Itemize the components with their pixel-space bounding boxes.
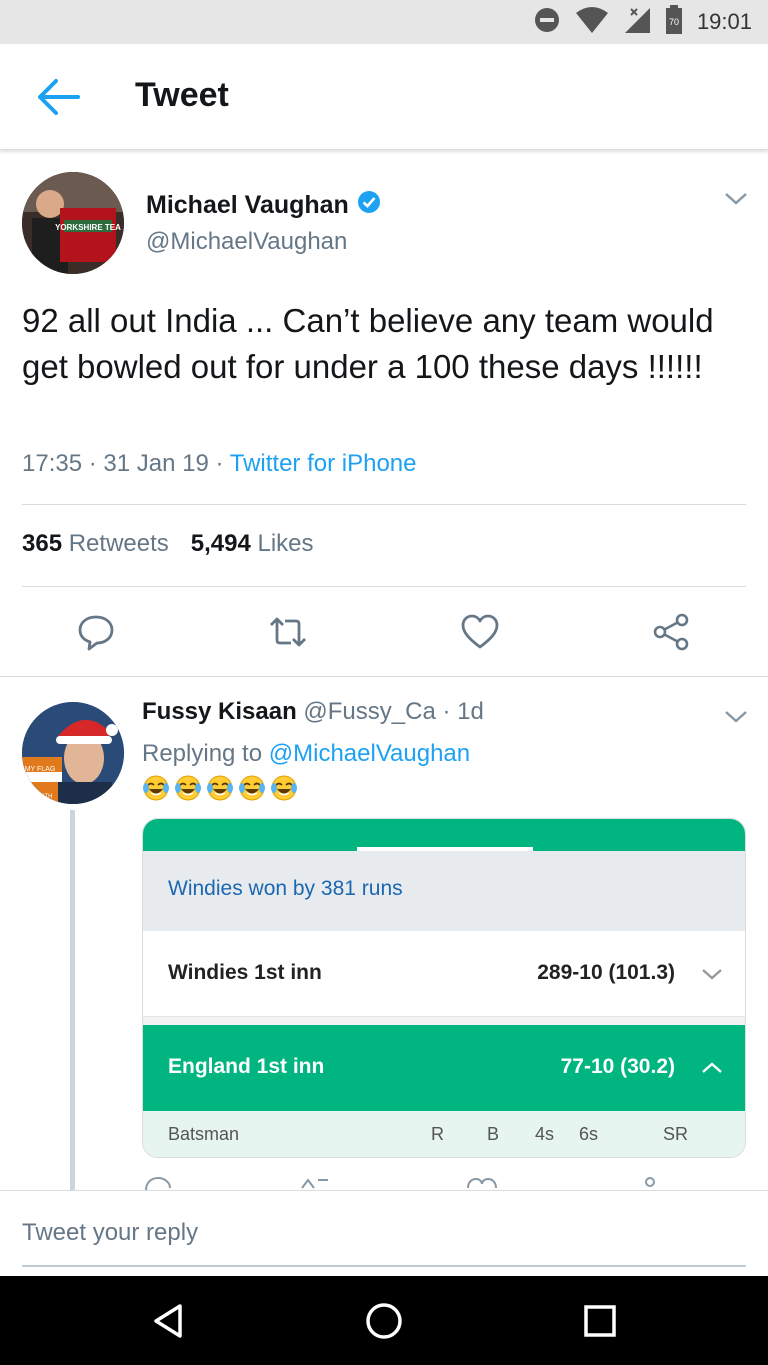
tweet-text: 92 all out India ... Can’t believe any t… xyxy=(22,302,714,385)
meta-separator: · xyxy=(215,450,230,477)
tears-of-joy-emoji-icon xyxy=(174,774,202,802)
tears-of-joy-emoji-icon xyxy=(206,774,234,802)
tweet-meta: 17:35 · 31 Jan 19 · Twitter for iPhone xyxy=(22,450,416,478)
wifi-icon xyxy=(575,6,609,39)
verified-badge-icon xyxy=(357,190,381,221)
reply-age: 1d xyxy=(457,698,484,725)
divider xyxy=(22,586,746,587)
arrow-left-icon xyxy=(38,79,80,115)
meta-separator: · xyxy=(88,450,104,477)
system-nav-bar xyxy=(0,1276,768,1365)
reply-author-avatar[interactable]: MY FLAG FAITH xyxy=(22,702,124,804)
innings-score: 289-10 (101.3) xyxy=(537,961,675,984)
reply-author-name[interactable]: Fussy Kisaan xyxy=(142,698,297,725)
circle-home-icon xyxy=(366,1303,402,1339)
col-header: B xyxy=(487,1124,500,1144)
share-button[interactable] xyxy=(652,612,692,652)
thread-line xyxy=(70,810,75,1190)
app-bar: Tweet xyxy=(0,44,768,150)
triangle-back-icon xyxy=(154,1304,182,1338)
share-icon xyxy=(653,613,689,651)
emoji-row xyxy=(142,774,298,802)
reply-button[interactable] xyxy=(76,612,116,652)
tweet-menu-chevron-down-icon[interactable] xyxy=(724,192,748,206)
chevron-down-icon xyxy=(701,967,723,981)
like-icon xyxy=(461,614,499,649)
author-handle[interactable]: @MichaelVaughan xyxy=(146,228,347,256)
battery-icon: 70 xyxy=(665,4,683,40)
replying-to-mention[interactable]: @MichaelVaughan xyxy=(269,740,470,767)
tweet-time: 17:35 xyxy=(22,450,83,477)
scorecard-column-headers: Batsman R B 4s 6s SR xyxy=(143,1111,745,1157)
avatar-yorkshire-text: YORKSHIRE TEA xyxy=(55,223,121,232)
col-header: 6s xyxy=(579,1124,599,1144)
battery-level-text: 70 xyxy=(669,17,679,27)
reply-composer: Tweet your reply xyxy=(0,1190,768,1276)
tears-of-joy-emoji-icon xyxy=(238,774,266,802)
replying-to-label: Replying to xyxy=(142,740,263,767)
reply-icon xyxy=(78,615,114,651)
retweet-button[interactable] xyxy=(268,612,308,652)
dnd-icon xyxy=(533,6,561,39)
tweet-source-link[interactable]: Twitter for iPhone xyxy=(230,450,417,477)
signal-icon xyxy=(623,6,651,39)
chevron-up-icon xyxy=(701,1061,723,1075)
innings-score: 77-10 (30.2) xyxy=(560,1055,675,1078)
tweet-stats: 365 Retweets 5,494 Likes xyxy=(22,530,314,558)
scorecard-innings-row: Windies 1st inn 289-10 (101.3) xyxy=(143,931,745,1017)
likes-label: Likes xyxy=(257,530,314,557)
tears-of-joy-emoji-icon xyxy=(142,774,170,802)
page-title: Tweet xyxy=(135,76,229,114)
retweets-stat[interactable]: 365 Retweets xyxy=(22,530,169,558)
innings-label: England 1st inn xyxy=(168,1055,325,1078)
likes-stat[interactable]: 5,494 Likes xyxy=(191,530,314,558)
avatar-faith-text: FAITH xyxy=(35,794,52,800)
status-bar: 70 19:01 xyxy=(0,0,768,44)
nav-recents-button[interactable] xyxy=(579,1300,621,1342)
like-button[interactable] xyxy=(460,612,500,652)
back-button[interactable] xyxy=(36,77,82,117)
reply-header: Fussy Kisaan @Fussy_Ca · 1d xyxy=(142,698,484,726)
retweets-count: 365 xyxy=(22,530,63,557)
nav-home-button[interactable] xyxy=(363,1300,405,1342)
scorecard-result: Windies won by 381 runs xyxy=(143,851,745,931)
replying-to: Replying to @MichaelVaughan xyxy=(142,740,470,768)
author-name-row[interactable]: Michael Vaughan xyxy=(146,190,381,221)
retweets-label: Retweets xyxy=(68,530,169,557)
reply-author-handle[interactable]: @Fussy_Ca xyxy=(303,698,435,725)
nav-back-button[interactable] xyxy=(148,1300,190,1342)
scorecard-gap xyxy=(143,1017,745,1025)
innings-label: Windies 1st inn xyxy=(168,961,322,984)
col-header: 4s xyxy=(535,1124,555,1144)
scorecard-innings-row: England 1st inn 77-10 (30.2) xyxy=(143,1025,745,1111)
reply-actions xyxy=(142,1176,746,1190)
col-header: Batsman xyxy=(168,1124,240,1144)
col-header: SR xyxy=(663,1124,689,1144)
square-recents-icon xyxy=(584,1305,616,1337)
section-divider xyxy=(0,676,768,677)
likes-count: 5,494 xyxy=(190,530,251,557)
retweet-icon xyxy=(270,617,306,647)
status-time: 19:01 xyxy=(696,9,752,34)
col-header: R xyxy=(431,1124,444,1144)
divider xyxy=(22,504,746,505)
tweet-date: 31 Jan 19 xyxy=(103,450,209,477)
scorecard-result-text: Windies won by 381 runs xyxy=(168,877,403,900)
attached-scorecard-image[interactable]: Windies won by 381 runs Windies 1st inn … xyxy=(142,818,746,1158)
author-name[interactable]: Michael Vaughan xyxy=(146,191,349,220)
reply-input[interactable]: Tweet your reply xyxy=(22,1219,746,1267)
author-avatar[interactable]: YORKSHIRE TEA xyxy=(22,172,124,274)
meta-separator: · xyxy=(442,698,458,725)
reply-menu-chevron-down-icon[interactable] xyxy=(724,710,748,724)
avatar-flag-text: MY FLAG xyxy=(25,766,56,773)
tears-of-joy-emoji-icon xyxy=(270,774,298,802)
